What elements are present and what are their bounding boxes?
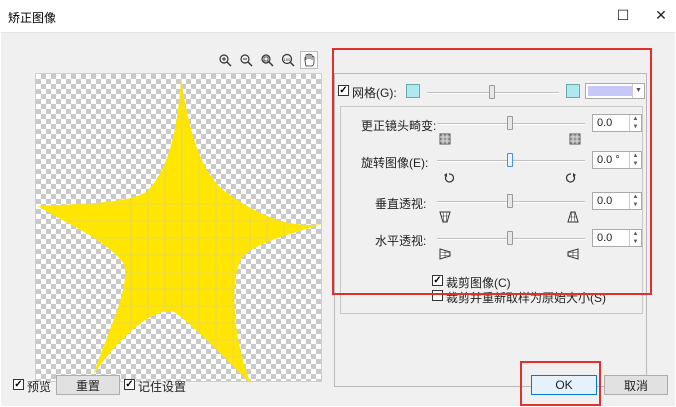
zoom-in-icon <box>219 54 232 67</box>
zoom-fit-button[interactable] <box>258 51 276 69</box>
svg-text:100: 100 <box>284 57 291 62</box>
pincushion-distortion-icon <box>569 133 581 145</box>
grid-color-fill <box>588 86 632 96</box>
grid-label: 网格(G): <box>352 86 397 100</box>
chevron-down-icon: ▼ <box>632 84 644 98</box>
rotate-left-icon <box>444 173 455 183</box>
close-icon: ✕ <box>655 6 667 23</box>
vertical-perspective-left-icon <box>439 211 451 223</box>
title-bar: 矫正图像 ☐ ✕ <box>0 0 676 32</box>
zoom-out-icon <box>240 54 253 67</box>
lens-distortion-input[interactable]: 0.0 ▲ ▼ <box>592 114 642 132</box>
maximize-button[interactable]: ☐ <box>611 4 635 26</box>
rotate-input[interactable]: 0.0 ° ▲ ▼ <box>592 151 642 169</box>
preview-checkbox[interactable]: ✓ <box>13 379 24 390</box>
remember-settings-checkbox[interactable]: ✓ <box>124 379 135 390</box>
vertical-perspective-slider[interactable] <box>507 194 513 208</box>
lens-distortion-slider[interactable] <box>507 116 513 130</box>
ok-button[interactable]: OK <box>531 375 597 395</box>
zoom-out-button[interactable] <box>237 51 255 69</box>
preview-label: 预览 <box>27 380 52 394</box>
correction-group: 更正镜头畸变: 0.0 ▲▼ 旋转图像(E): 0.0 ° ▲▼ 垂直透视: <box>340 106 643 314</box>
grid-small-icon <box>406 84 420 98</box>
spin-arrows[interactable]: ▲ ▼ <box>629 152 641 168</box>
zoom-100-icon: 100 <box>281 53 295 67</box>
zoom-fit-icon <box>261 54 274 67</box>
remember-settings-label: 记住设置 <box>138 380 187 394</box>
horizontal-perspective-right-icon <box>567 248 579 260</box>
grid-size-slider[interactable] <box>489 85 495 99</box>
spin-arrows[interactable]: ▲ ▼ <box>629 115 641 131</box>
star-image <box>38 77 322 383</box>
crop-resample-label: 裁剪并重新取样为原始大小(S) <box>446 291 606 305</box>
rotate-right-icon <box>565 173 576 183</box>
lens-distortion-value: 0.0 <box>597 117 613 129</box>
image-preview[interactable] <box>35 73 322 383</box>
horizontal-perspective-label: 水平透视: <box>375 234 427 248</box>
vertical-perspective-input[interactable]: 0.0 ▲ ▼ <box>592 192 642 210</box>
vertical-perspective-label: 垂直透视: <box>375 197 427 211</box>
vertical-perspective-value: 0.0 <box>597 195 613 207</box>
zoom-100-button[interactable]: 100 <box>279 51 297 69</box>
pan-button[interactable] <box>300 51 318 69</box>
maximize-icon: ☐ <box>616 6 630 23</box>
horizontal-perspective-value: 0.0 <box>597 232 613 244</box>
spin-arrows[interactable]: ▲ ▼ <box>629 193 641 209</box>
horizontal-perspective-left-icon <box>439 248 451 260</box>
crop-image-checkbox[interactable]: ✓ <box>432 275 443 286</box>
window-title: 矫正图像 <box>8 11 57 25</box>
grid-large-icon <box>566 84 580 98</box>
horizontal-perspective-input[interactable]: 0.0 ▲ ▼ <box>592 229 642 247</box>
star-shape <box>38 77 322 383</box>
lens-distortion-label: 更正镜头畸变: <box>361 119 437 133</box>
close-button[interactable]: ✕ <box>649 4 673 26</box>
spin-arrows[interactable]: ▲ ▼ <box>629 230 641 246</box>
pan-hand-icon <box>304 53 315 67</box>
grid-color-picker[interactable]: ▼ <box>585 83 645 99</box>
rotate-slider[interactable] <box>507 153 513 167</box>
reset-button[interactable]: 重置 <box>56 375 120 395</box>
crop-resample-checkbox[interactable] <box>432 290 443 301</box>
cancel-button[interactable]: 取消 <box>604 375 668 395</box>
dialog-body: 100 ✓ 网格(G): ▼ 更正镜头畸变: 0.0 ▲ ▼ 旋转图像(E): … <box>1 32 675 406</box>
horizontal-perspective-slider[interactable] <box>507 231 513 245</box>
barrel-distortion-icon <box>439 133 451 145</box>
zoom-in-button[interactable] <box>216 51 234 69</box>
settings-panel: ✓ 网格(G): ▼ 更正镜头畸变: 0.0 ▲ ▼ 旋转图像(E): 0.0 … <box>334 73 647 387</box>
rotate-label: 旋转图像(E): <box>361 156 429 170</box>
vertical-perspective-right-icon <box>567 211 579 223</box>
grid-checkbox[interactable]: ✓ <box>338 85 349 96</box>
rotate-value: 0.0 ° <box>597 154 620 166</box>
